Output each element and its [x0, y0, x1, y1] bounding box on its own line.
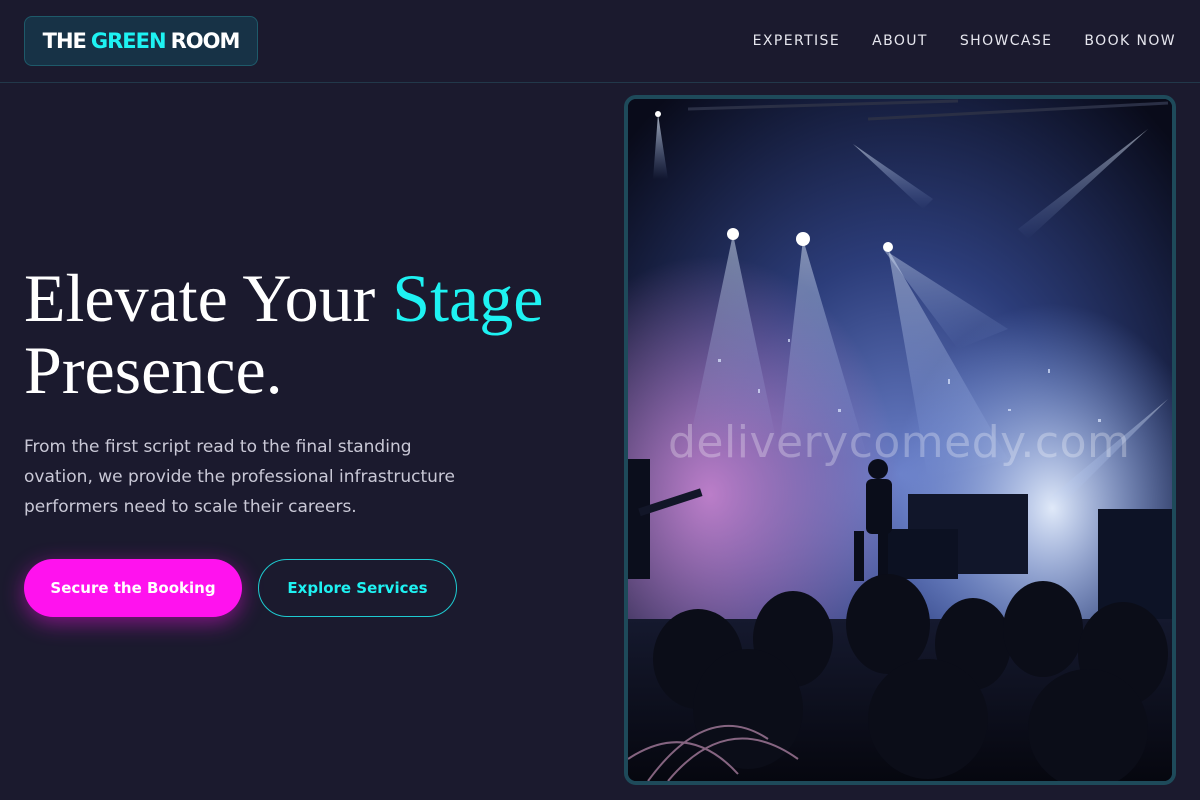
explore-services-button[interactable]: Explore Services	[258, 559, 457, 617]
hero-title-part1: Elevate Your	[24, 260, 376, 336]
hero-subtitle: From the first script read to the final …	[24, 437, 456, 517]
brand-logo-word-room: ROOM	[170, 29, 241, 53]
concert-stage-photo: deliverycomedy.com	[624, 95, 1176, 785]
secure-booking-button[interactable]: Secure the Booking	[24, 559, 242, 617]
site-header: THE GREEN ROOM EXPERTISE ABOUT SHOWCASE BO…	[0, 0, 1200, 83]
image-watermark: deliverycomedy.com	[668, 417, 1131, 468]
nav-link-showcase[interactable]: SHOWCASE	[960, 32, 1053, 50]
nav-link-expertise[interactable]: EXPERTISE	[753, 32, 840, 50]
nav-link-about[interactable]: ABOUT	[872, 32, 928, 50]
nav-link-book-now[interactable]: BOOK NOW	[1084, 32, 1176, 50]
brand-logo[interactable]: THE GREEN ROOM	[24, 16, 258, 66]
brand-logo-word-green: GREEN	[90, 29, 167, 53]
hero-title-accent: Stage	[392, 260, 544, 336]
brand-logo-word-the: THE	[42, 29, 87, 53]
hero-title: Elevate Your Stage Presence.	[24, 262, 604, 406]
main-nav: EXPERTISE ABOUT SHOWCASE BOOK NOW	[753, 32, 1176, 50]
hero-title-part2: Presence.	[24, 332, 283, 408]
